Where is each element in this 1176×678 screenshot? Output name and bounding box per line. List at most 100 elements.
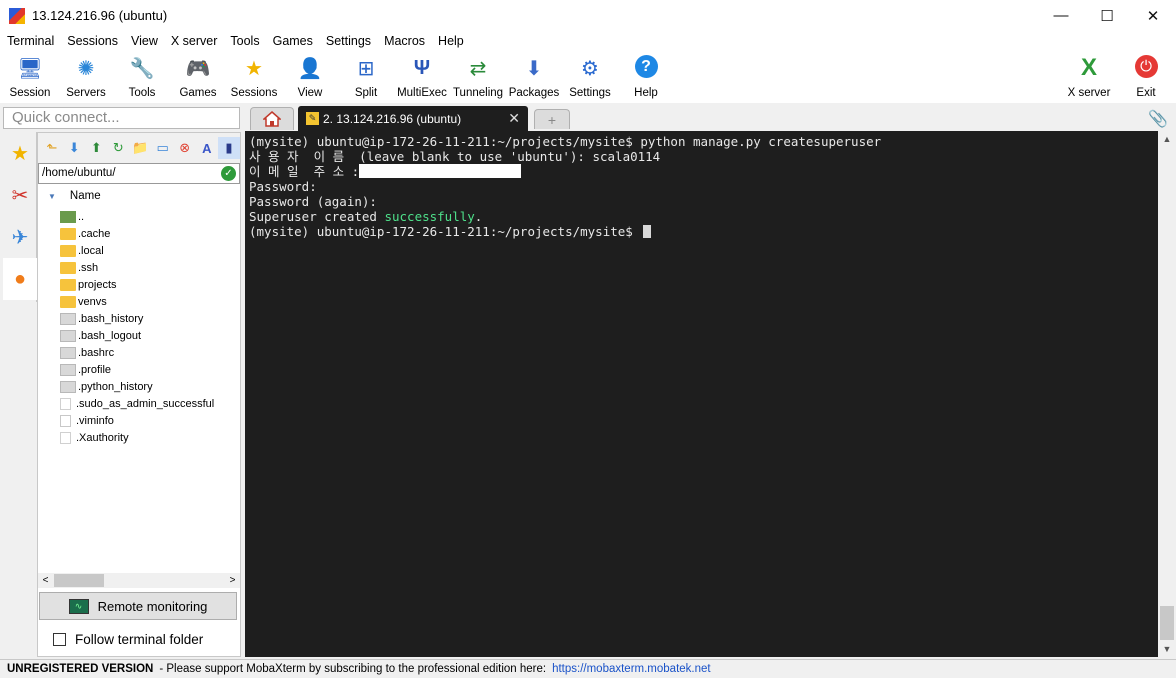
- upload-icon[interactable]: ⬆: [85, 137, 107, 159]
- scroll-up-icon[interactable]: ▲: [1158, 131, 1176, 147]
- path-field[interactable]: /home/ubuntu/ ✓: [38, 163, 240, 184]
- rename-icon[interactable]: A: [196, 137, 218, 159]
- maximize-button[interactable]: ☐: [1084, 0, 1130, 31]
- macros-paper-plane-icon[interactable]: ✈: [3, 216, 37, 258]
- home-tab[interactable]: [250, 107, 294, 130]
- scroll-thumb[interactable]: [54, 574, 104, 587]
- file-row-bash-logout[interactable]: .bash_logout: [38, 327, 240, 344]
- file-row-sudo-as-admin[interactable]: .sudo_as_admin_successful: [38, 395, 240, 412]
- file-row-local[interactable]: .local: [38, 242, 240, 259]
- new-file-icon[interactable]: ▭: [152, 137, 174, 159]
- help-label: Help: [634, 87, 658, 99]
- file-row-profile[interactable]: .profile: [38, 361, 240, 378]
- file-row-viminfo[interactable]: .viminfo: [38, 412, 240, 429]
- tab-close-icon[interactable]: ✕: [508, 110, 520, 127]
- quick-connect-input[interactable]: Quick connect...: [3, 107, 240, 129]
- file-list: .. .cache .local .ssh projects venvs .ba…: [38, 208, 240, 446]
- menu-view[interactable]: View: [131, 34, 158, 48]
- x-server-button[interactable]: X X server: [1061, 53, 1117, 101]
- folder-icon: [60, 244, 76, 257]
- file-row-xauthority[interactable]: .Xauthority: [38, 429, 240, 446]
- tab-session-2[interactable]: ✎ 2. 13.124.216.96 (ubuntu) ✕: [298, 106, 528, 131]
- split-button[interactable]: ⊞ Split: [338, 53, 394, 101]
- menu-terminal[interactable]: Terminal: [7, 34, 54, 48]
- refresh-icon[interactable]: ↻: [107, 137, 129, 159]
- edit-file-icon: [60, 414, 71, 427]
- settings-button[interactable]: ⚙ Settings: [562, 53, 618, 101]
- terminal-scrollbar[interactable]: ▲ ▼: [1158, 131, 1176, 657]
- menu-settings[interactable]: Settings: [326, 34, 371, 48]
- exit-button[interactable]: ⏻ Exit: [1118, 53, 1174, 101]
- file-row-bash-history[interactable]: .bash_history: [38, 310, 240, 327]
- multiexec-label: MultiExec: [397, 87, 447, 99]
- session-tabs: ✎ 2. 13.124.216.96 (ubuntu) ✕ + 📎: [244, 105, 1176, 131]
- delete-icon[interactable]: ⊗: [174, 137, 196, 159]
- file-row-bashrc[interactable]: .bashrc: [38, 344, 240, 361]
- prompt-text: (mysite) ubuntu@ip-172-26-11-211:~/proje…: [249, 224, 641, 239]
- servers-button[interactable]: ✺ Servers: [58, 53, 114, 101]
- file-row-parent[interactable]: ..: [38, 208, 240, 225]
- paperclip-icon[interactable]: 📎: [1148, 109, 1168, 129]
- menu-tools[interactable]: Tools: [230, 34, 259, 48]
- download-icon[interactable]: ⬇: [63, 137, 85, 159]
- tab-label: 2. 13.124.216.96 (ubuntu): [323, 111, 462, 126]
- file-name: .bash_logout: [78, 329, 141, 342]
- file-row-ssh[interactable]: .ssh: [38, 259, 240, 276]
- sftp-globe-icon[interactable]: ●: [3, 258, 37, 300]
- session-button[interactable]: 🖥 Session: [2, 53, 58, 101]
- terminal-output[interactable]: (mysite) ubuntu@ip-172-26-11-211:~/proje…: [245, 131, 1158, 657]
- checkmark-icon[interactable]: ✓: [221, 166, 236, 181]
- status-bar: UNREGISTERED VERSION - Please support Mo…: [0, 659, 1176, 678]
- tunneling-button[interactable]: ⇄ Tunneling: [450, 53, 506, 101]
- multiexec-button[interactable]: Ψ MultiExec: [394, 53, 450, 101]
- scroll-left-icon[interactable]: <: [38, 573, 53, 588]
- main-toolbar: 🖥 Session ✺ Servers 🔧 Tools 🎮 Games ★ Se…: [0, 51, 1176, 103]
- games-button[interactable]: 🎮 Games: [170, 53, 226, 101]
- parent-folder-icon[interactable]: ⬑: [41, 137, 63, 159]
- help-button[interactable]: ? Help: [618, 53, 674, 101]
- servers-label: Servers: [66, 87, 106, 99]
- view-button[interactable]: 👤 View: [282, 53, 338, 101]
- packages-label: Packages: [508, 87, 560, 99]
- new-folder-icon[interactable]: 📁: [129, 137, 151, 159]
- packages-button[interactable]: ⬇ Packages: [506, 53, 562, 101]
- file-row-python-history[interactable]: .python_history: [38, 378, 240, 395]
- file-row-venvs[interactable]: venvs: [38, 293, 240, 310]
- terminal-prompt-line: (mysite) ubuntu@ip-172-26-11-211:~/proje…: [249, 224, 1158, 239]
- sessions-label: Sessions: [230, 87, 278, 99]
- sessions-star-icon[interactable]: ★: [3, 132, 37, 174]
- minimize-button[interactable]: —: [1038, 0, 1084, 31]
- ssh-session-icon: ✎: [306, 112, 319, 125]
- scroll-down-icon[interactable]: ▼: [1158, 641, 1176, 657]
- remote-monitoring-label: Remote monitoring: [97, 598, 208, 614]
- scroll-thumb[interactable]: [1160, 606, 1174, 640]
- terminal-line-success: Superuser created successfully.: [249, 209, 1158, 224]
- menu-help[interactable]: Help: [438, 34, 464, 48]
- horizontal-scrollbar[interactable]: < >: [38, 573, 240, 588]
- menu-x-server[interactable]: X server: [171, 34, 218, 48]
- file-name: ..: [78, 210, 85, 223]
- settings-toggle-icon[interactable]: ▮: [217, 137, 240, 159]
- scroll-right-icon[interactable]: >: [225, 573, 240, 588]
- menu-games[interactable]: Games: [273, 34, 313, 48]
- sessions-button[interactable]: ★ Sessions: [226, 53, 282, 101]
- tools-icon: 🔧: [129, 57, 155, 80]
- menu-sessions[interactable]: Sessions: [67, 34, 118, 48]
- checkbox[interactable]: [53, 632, 66, 646]
- new-tab-button[interactable]: +: [534, 109, 570, 129]
- follow-terminal-folder-checkbox[interactable]: Follow terminal folder: [53, 630, 203, 648]
- tools-button[interactable]: 🔧 Tools: [114, 53, 170, 101]
- blank-file-icon: [60, 431, 71, 444]
- file-list-header[interactable]: ▼ Name: [38, 187, 240, 205]
- remote-monitoring-button[interactable]: ∿ Remote monitoring: [39, 592, 237, 620]
- mobatek-link[interactable]: https://mobaxterm.mobatek.net: [552, 663, 711, 675]
- menu-macros[interactable]: Macros: [384, 34, 425, 48]
- tunneling-icon: ⇄: [469, 57, 487, 80]
- text-file-icon: [60, 363, 76, 376]
- file-row-projects[interactable]: projects: [38, 276, 240, 293]
- file-row-cache[interactable]: .cache: [38, 225, 240, 242]
- name-column-header[interactable]: Name: [70, 190, 101, 202]
- path-text: /home/ubuntu/: [42, 167, 116, 179]
- close-button[interactable]: ✕: [1130, 0, 1176, 31]
- tools-sidebar-icon[interactable]: ✂: [3, 174, 37, 216]
